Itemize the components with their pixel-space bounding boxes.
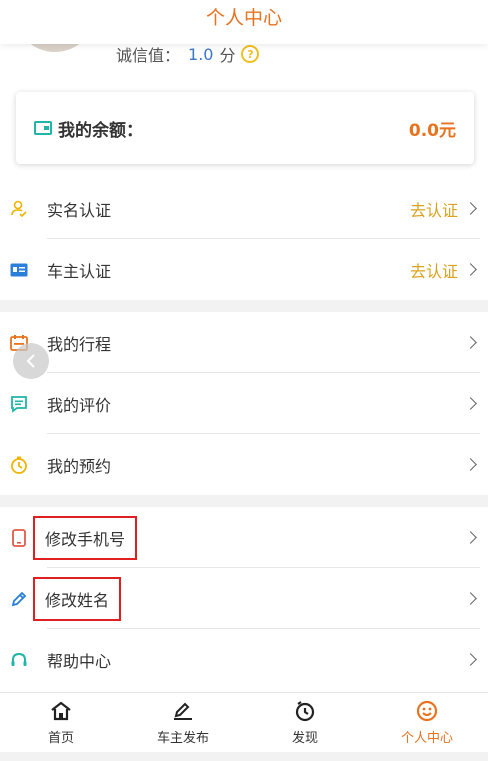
page-header: 个人中心	[0, 0, 488, 44]
tab-personal-center[interactable]: 个人中心	[366, 693, 488, 752]
chevron-right-icon	[464, 397, 477, 410]
balance-amount: 0.0元	[408, 120, 456, 141]
page-title: 个人中心	[205, 7, 282, 29]
tab-discover[interactable]: 发现	[244, 693, 366, 752]
help-icon[interactable]: ?	[241, 45, 260, 63]
bottom-tab-bar: 首页 车主发布 发现 个人中心	[0, 692, 488, 752]
settings-list: 修改手机号 修改姓名 帮助中心	[0, 507, 488, 690]
credit-score: 诚信值： 1.0 分 ?	[116, 42, 260, 66]
tab-label: 首页	[47, 731, 74, 746]
chevron-right-icon	[464, 592, 477, 605]
wallet-icon	[34, 121, 52, 135]
chevron-right-icon	[464, 336, 477, 349]
verify-action[interactable]: 去认证	[410, 197, 458, 221]
tab-owner-publish[interactable]: 车主发布	[122, 693, 244, 752]
smile-icon	[414, 699, 440, 723]
tab-home[interactable]: 首页	[0, 693, 122, 752]
activity-list: 我的行程 我的评价 我的预约	[0, 312, 488, 495]
headset-icon	[9, 650, 29, 670]
chevron-right-icon	[464, 458, 477, 471]
chevron-right-icon	[464, 653, 477, 666]
credit-unit: 分	[219, 46, 236, 65]
list-item-help-center[interactable]: 帮助中心	[0, 629, 488, 690]
balance-label: 我的余额：	[58, 120, 143, 141]
balance-card[interactable]: 我的余额： 0.0元	[16, 92, 474, 164]
credit-value: 1.0	[188, 44, 214, 64]
phone-icon	[9, 528, 29, 548]
comment-icon	[9, 394, 29, 414]
list-item-my-bookings[interactable]: 我的预约	[0, 434, 488, 495]
chevron-right-icon	[464, 263, 477, 276]
list-item-label: 修改姓名	[32, 576, 122, 621]
list-item-my-reviews[interactable]: 我的评价	[0, 373, 488, 434]
clock-icon	[9, 455, 29, 475]
list-item-real-name[interactable]: 实名认证 去认证	[0, 178, 488, 239]
verify-action[interactable]: 去认证	[410, 258, 458, 282]
back-button[interactable]	[13, 343, 49, 379]
bottom-strip	[0, 752, 488, 761]
list-item-owner-verify[interactable]: 车主认证 去认证	[0, 239, 488, 300]
tab-label: 发现	[291, 731, 318, 746]
list-item-label: 我的评价	[47, 395, 112, 415]
list-item-change-name[interactable]: 修改姓名	[0, 568, 488, 629]
chevron-left-icon	[26, 354, 35, 368]
tab-label: 个人中心	[400, 731, 453, 746]
id-card-icon	[9, 260, 29, 280]
list-item-my-trips[interactable]: 我的行程	[0, 312, 488, 373]
list-item-label: 我的行程	[47, 334, 112, 354]
chevron-right-icon	[464, 202, 477, 215]
pencil-icon	[9, 589, 29, 609]
discover-icon	[292, 699, 318, 723]
verification-list: 实名认证 去认证 车主认证 去认证	[0, 178, 488, 300]
list-item-change-phone[interactable]: 修改手机号	[0, 507, 488, 568]
tab-label: 车主发布	[156, 731, 209, 746]
section-gap	[0, 495, 488, 507]
publish-icon	[170, 699, 196, 723]
home-icon	[48, 699, 74, 723]
list-item-label: 帮助中心	[47, 651, 112, 671]
list-item-label: 车主认证	[47, 261, 112, 281]
list-item-label: 实名认证	[47, 200, 112, 220]
chevron-right-icon	[464, 531, 477, 544]
credit-label: 诚信值：	[116, 46, 181, 65]
list-item-label: 修改手机号	[32, 515, 138, 560]
list-item-label: 我的预约	[47, 456, 112, 476]
section-gap	[0, 300, 488, 312]
user-verify-icon	[9, 199, 29, 219]
